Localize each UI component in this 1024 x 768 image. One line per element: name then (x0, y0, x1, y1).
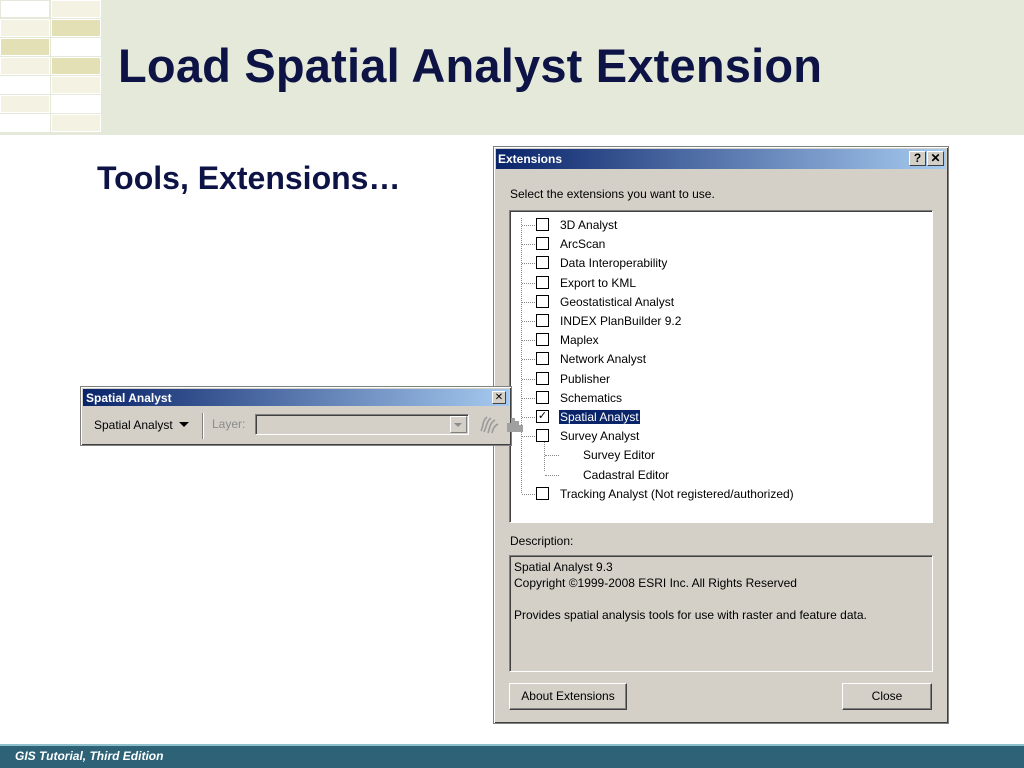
tree-line (522, 244, 535, 246)
extension-item[interactable]: Publisher (510, 370, 930, 389)
extension-label: Export to KML (560, 275, 637, 290)
spatial-analyst-menu-label: Spatial Analyst (94, 418, 173, 432)
tree-line (522, 436, 535, 438)
dialog-titlebar[interactable]: Extensions ? ✕ (496, 149, 946, 169)
extension-checkbox[interactable] (536, 371, 549, 385)
extension-label: Publisher (560, 371, 611, 386)
toolbar-separator (202, 413, 204, 439)
layer-label: Layer: (212, 417, 246, 431)
tree-line (522, 321, 535, 322)
extension-label: Maplex (560, 333, 599, 348)
extension-label: Tracking Analyst (Not registered/authori… (560, 486, 794, 501)
toolbar-close-icon[interactable]: ✕ (492, 391, 506, 404)
extension-item[interactable]: ✓ Spatial Analyst (510, 408, 930, 427)
extension-label: Geostatistical Analyst (560, 294, 675, 309)
tree-line (522, 493, 535, 495)
extension-checkbox[interactable] (536, 237, 549, 251)
toolbar-titlebar[interactable]: Spatial Analyst ✕ (83, 389, 509, 406)
tree-line (522, 225, 535, 226)
extension-checkbox[interactable] (536, 275, 549, 289)
extension-item[interactable]: Geostatistical Analyst (510, 293, 930, 312)
tree-line (522, 359, 535, 361)
tree-line (522, 378, 535, 380)
extension-item[interactable]: Maplex (510, 331, 930, 350)
extension-checkbox[interactable] (536, 218, 549, 231)
extension-item[interactable]: Survey Analyst (510, 427, 930, 446)
extension-item[interactable]: ArcScan (510, 235, 930, 254)
slide-title: Load Spatial Analyst Extension (118, 39, 823, 92)
contour-icon[interactable] (478, 413, 500, 435)
extension-checkbox[interactable] (536, 314, 549, 327)
extension-item[interactable]: Data Interoperability (510, 254, 930, 273)
slide-subtitle: Tools, Extensions… (97, 160, 401, 196)
dialog-title: Extensions (498, 152, 563, 166)
extension-label: INDEX PlanBuilder 9.2 (560, 314, 682, 328)
extension-label: ArcScan (560, 237, 606, 252)
spatial-analyst-menu[interactable]: Spatial Analyst (94, 418, 189, 432)
extension-checkbox[interactable] (536, 352, 549, 366)
extension-item[interactable]: 3D Analyst (510, 216, 930, 235)
tree-line (522, 301, 535, 303)
decorative-grid (0, 0, 102, 134)
extensions-list[interactable]: 3D Analyst ArcScan Data Interoperability Ex… (509, 210, 933, 523)
histogram-icon[interactable] (506, 415, 526, 433)
description-line: Copyright ©1999-2008 ESRI Inc. All Right… (514, 576, 797, 590)
header-band: Load Spatial Analyst Extension (0, 0, 1024, 135)
toolbar-title: Spatial Analyst (86, 391, 172, 405)
dropdown-arrow-icon (178, 422, 189, 427)
tree-line (522, 397, 535, 399)
extensions-dialog: Extensions ? ✕ Select the extensions you… (493, 146, 949, 724)
extension-checkbox[interactable] (536, 390, 549, 404)
extension-checkbox[interactable] (536, 333, 549, 347)
extension-checkbox[interactable] (536, 429, 549, 443)
extension-item[interactable]: Network Analyst (510, 350, 930, 369)
tree-line (545, 455, 559, 457)
extension-label: Cadastral Editor (583, 467, 670, 482)
extension-label: Survey Editor (583, 448, 656, 463)
extension-subitem[interactable]: Cadastral Editor (510, 466, 930, 485)
extension-checkbox[interactable] (536, 294, 549, 308)
description-line: Spatial Analyst 9.3 (514, 560, 613, 574)
layer-select[interactable] (255, 414, 469, 435)
tree-line (522, 282, 535, 284)
chevron-down-icon[interactable] (450, 416, 467, 433)
tree-line (522, 263, 535, 265)
description-line: Provides spatial analysis tools for use … (514, 608, 867, 622)
extension-item[interactable]: Export to KML (510, 274, 930, 293)
extension-checkbox[interactable] (536, 486, 549, 500)
extension-subitem[interactable]: Survey Editor (510, 446, 930, 465)
extension-label: Survey Analyst (560, 429, 640, 444)
close-button[interactable]: Close (842, 683, 932, 710)
extension-label: Schematics (560, 390, 623, 405)
description-label: Description: (510, 534, 574, 548)
extension-checkbox[interactable] (536, 256, 549, 270)
footer-text: GIS Tutorial, Third Edition (15, 749, 164, 763)
extension-label: Data Interoperability (560, 256, 668, 271)
extension-item[interactable]: Schematics (510, 389, 930, 408)
close-icon[interactable]: ✕ (927, 151, 944, 166)
extension-item[interactable]: INDEX PlanBuilder 9.2 (510, 312, 930, 331)
slide-footer: GIS Tutorial, Third Edition (0, 744, 1024, 768)
tree-line (545, 474, 559, 476)
extension-item[interactable]: Tracking Analyst (Not registered/authori… (510, 485, 930, 504)
about-extensions-button[interactable]: About Extensions (509, 683, 627, 710)
spatial-analyst-toolbar: Spatial Analyst ✕ Spatial Analyst Layer: (80, 386, 523, 446)
tree-line (522, 340, 535, 342)
help-button[interactable]: ? (909, 151, 926, 166)
extensions-prompt: Select the extensions you want to use. (510, 187, 715, 201)
extension-label: Spatial Analyst (559, 410, 640, 424)
extension-checkbox[interactable]: ✓ (536, 410, 549, 423)
description-box: Spatial Analyst 9.3 Copyright ©1999-2008… (509, 555, 933, 672)
extension-label: 3D Analyst (560, 218, 618, 232)
description-line (514, 591, 928, 607)
extension-label: Network Analyst (560, 352, 647, 367)
